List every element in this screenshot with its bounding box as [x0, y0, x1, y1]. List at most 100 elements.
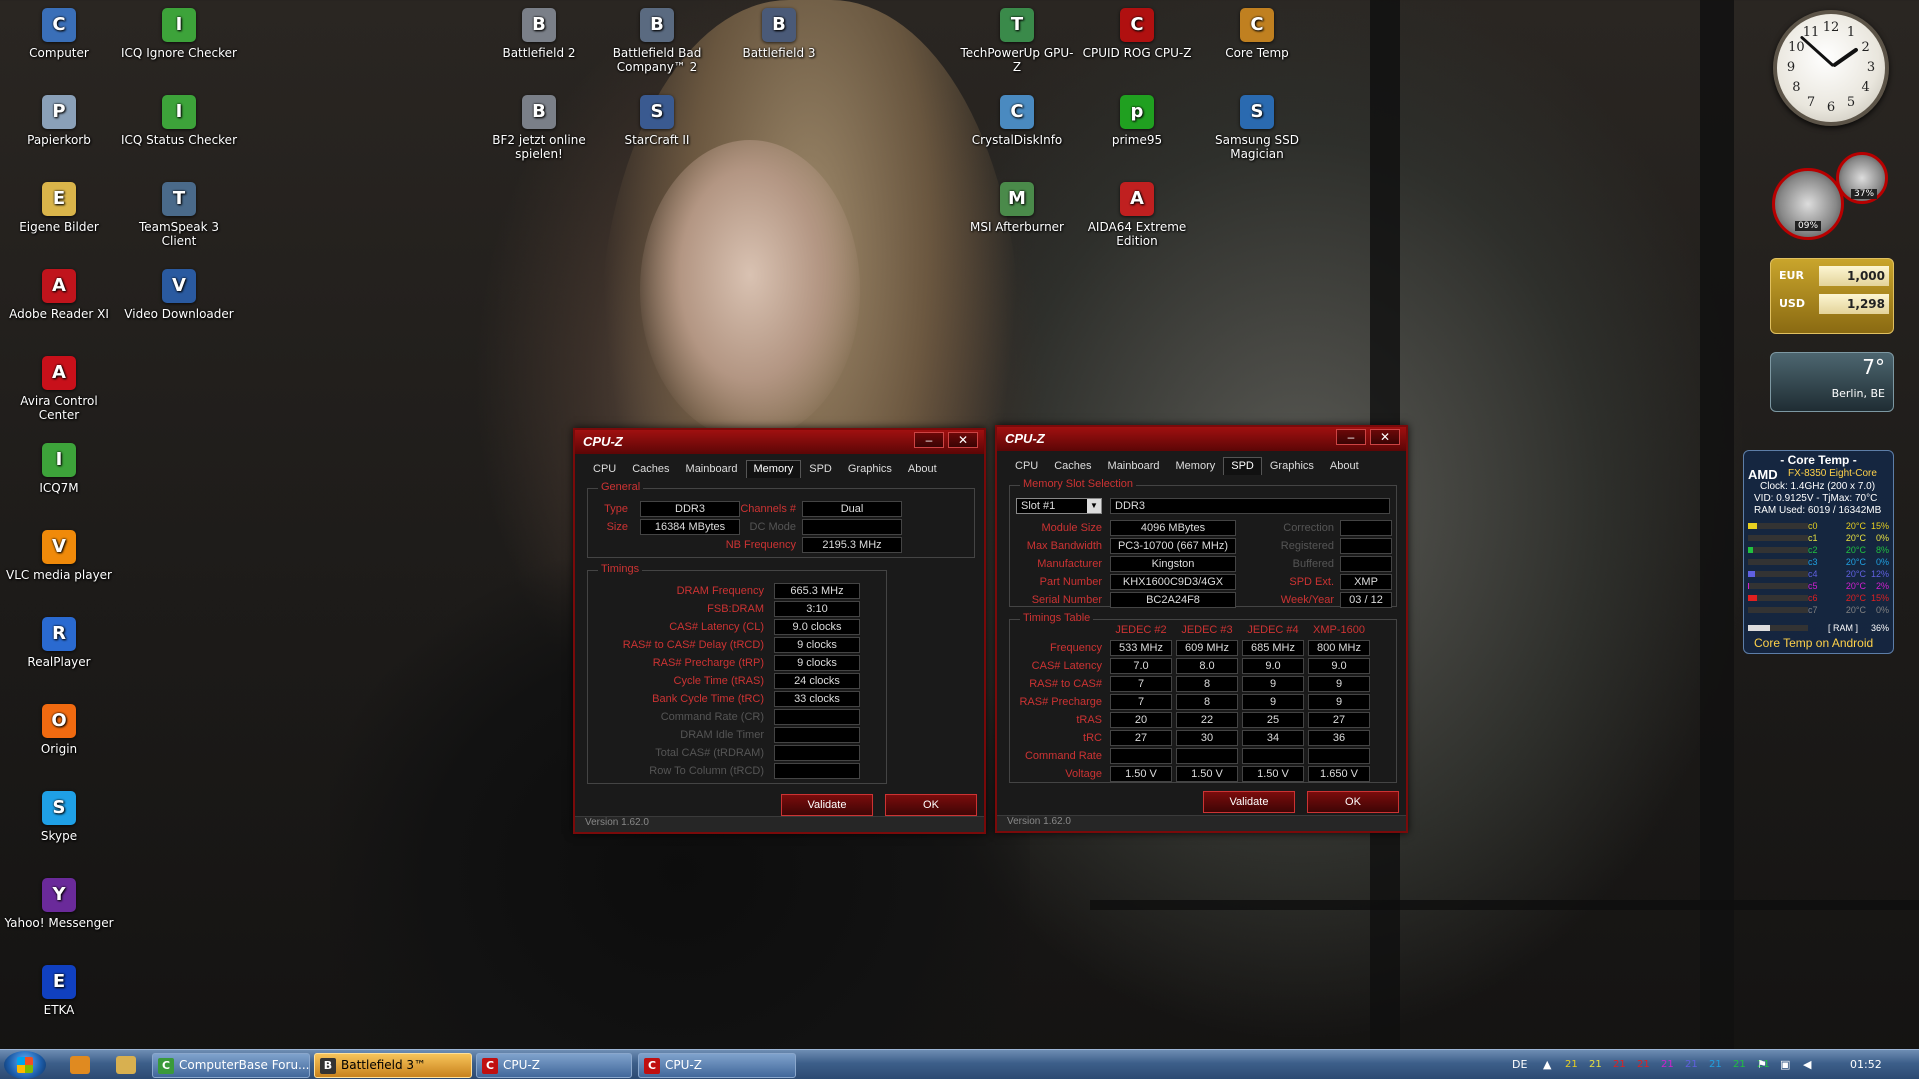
currency-code[interactable]: EUR — [1779, 269, 1804, 282]
tab-graphics[interactable]: Graphics — [1262, 457, 1322, 475]
tray-core-temp[interactable]: 21 — [1733, 1050, 1746, 1079]
volume-icon[interactable]: ◀ — [1803, 1050, 1811, 1079]
desktop-icon[interactable]: E ETKA — [0, 965, 118, 1017]
clock-gadget[interactable]: 12 1 2 3 4 5 6 7 8 9 10 11 — [1773, 10, 1889, 126]
desktop-icon[interactable]: I ICQ7M — [0, 443, 118, 495]
desktop-icon[interactable]: B Battlefield 3 — [720, 8, 838, 60]
msi-afterburner-icon: M — [1000, 182, 1034, 216]
tab-mainboard[interactable]: Mainboard — [1100, 457, 1168, 475]
tab-caches[interactable]: Caches — [624, 460, 677, 478]
desktop-icon[interactable]: V Video Downloader — [120, 269, 238, 321]
tray-core-temp[interactable]: 21 — [1661, 1050, 1674, 1079]
core-temp-gadget[interactable]: - Core Temp - AMD FX-8350 Eight-Core Clo… — [1743, 450, 1894, 654]
taskbar-button[interactable]: B Battlefield 3™ — [314, 1053, 472, 1078]
tray-core-temp[interactable]: 21 — [1565, 1050, 1578, 1079]
desktop-icon[interactable]: C CrystalDiskInfo — [958, 95, 1076, 147]
slot-select[interactable]: Slot #1 ▼ — [1016, 498, 1102, 514]
tab-cpu[interactable]: CPU — [585, 460, 624, 478]
desktop-icon-label: ICQ7M — [39, 481, 79, 495]
tab-spd[interactable]: SPD — [801, 460, 840, 478]
minimize-button[interactable]: – — [914, 432, 944, 448]
desktop-icon[interactable]: M MSI Afterburner — [958, 182, 1076, 234]
general-legend: General — [598, 481, 644, 493]
close-button[interactable]: ✕ — [1370, 429, 1400, 445]
ok-button[interactable]: OK — [885, 794, 977, 816]
tab-about[interactable]: About — [1322, 457, 1367, 475]
title-bar[interactable]: CPU-Z – ✕ — [997, 427, 1406, 451]
cpu-meter-gadget[interactable]: 09% — [1772, 168, 1844, 240]
tab-mainboard[interactable]: Mainboard — [678, 460, 746, 478]
cpuz-memory-window[interactable]: CPU-Z – ✕ CPU Caches Mainboard Memory SPD Gra… — [573, 428, 986, 834]
timings-row-label: RAS# Precharge — [1019, 696, 1102, 708]
tray-core-temp[interactable]: 21 — [1685, 1050, 1698, 1079]
validate-button[interactable]: Validate — [1203, 791, 1295, 813]
core-temp-android-link[interactable]: Core Temp on Android — [1754, 637, 1889, 649]
currency-amount[interactable]: 1,000 — [1819, 266, 1889, 286]
flag-icon[interactable]: ⚑ — [1757, 1050, 1767, 1079]
timing-label: RAS# Precharge (tRP) — [652, 657, 764, 669]
desktop-icon[interactable]: Y Yahoo! Messenger — [0, 878, 118, 930]
window-title: CPU-Z — [583, 434, 623, 449]
desktop-icon[interactable]: C Computer — [0, 8, 118, 60]
minimize-button[interactable]: – — [1336, 429, 1366, 445]
desktop-icon[interactable]: B BF2 jetzt online spielen! — [480, 95, 598, 161]
media-player-quicklaunch-icon[interactable] — [70, 1056, 90, 1074]
tab-spd[interactable]: SPD — [1223, 457, 1262, 475]
chevron-down-icon[interactable]: ▼ — [1087, 499, 1101, 513]
core-row: c3 20°C 0% — [1748, 557, 1891, 567]
tray-expand-icon[interactable]: ▲ — [1543, 1050, 1551, 1079]
tab-caches[interactable]: Caches — [1046, 457, 1099, 475]
clock-time[interactable]: 01:52 — [1850, 1050, 1882, 1079]
tab-about[interactable]: About — [900, 460, 945, 478]
explorer-quicklaunch-icon[interactable] — [116, 1056, 136, 1074]
currency-code[interactable]: USD — [1779, 297, 1805, 310]
desktop-icon[interactable]: B Battlefield Bad Company™ 2 — [598, 8, 716, 74]
desktop-icon[interactable]: V VLC media player — [0, 530, 118, 582]
weather-gadget[interactable]: 7° Berlin, BE — [1770, 352, 1894, 412]
desktop-icon[interactable]: R RealPlayer — [0, 617, 118, 669]
desktop-icon[interactable]: T TeamSpeak 3 Client — [120, 182, 238, 248]
validate-button[interactable]: Validate — [781, 794, 873, 816]
language-indicator[interactable]: DE — [1512, 1050, 1527, 1079]
currency-row[interactable]: EUR 1,000 — [1775, 265, 1891, 287]
tray-core-temp[interactable]: 21 — [1613, 1050, 1626, 1079]
ram-meter-gadget[interactable]: 37% — [1836, 152, 1888, 204]
tab-memory[interactable]: Memory — [745, 460, 802, 478]
desktop-icon[interactable]: B Battlefield 2 — [480, 8, 598, 60]
desktop-icon[interactable]: E Eigene Bilder — [0, 182, 118, 234]
ok-button[interactable]: OK — [1307, 791, 1399, 813]
currency-gadget[interactable]: EUR 1,000 USD 1,298 — [1770, 258, 1894, 334]
taskbar-button[interactable]: C CPU-Z — [638, 1053, 796, 1078]
tray-core-temp[interactable]: 21 — [1709, 1050, 1722, 1079]
currency-amount[interactable]: 1,298 — [1819, 294, 1889, 314]
start-button[interactable] — [4, 1051, 46, 1079]
tab-memory[interactable]: Memory — [1168, 457, 1224, 475]
cpuz-icon: C — [644, 1058, 660, 1074]
tray-core-temp[interactable]: 21 — [1589, 1050, 1602, 1079]
desktop-icon[interactable]: I ICQ Status Checker — [120, 95, 238, 147]
desktop-icon[interactable]: P Papierkorb — [0, 95, 118, 147]
taskbar-button[interactable]: C ComputerBase Foru... — [152, 1053, 310, 1078]
battlefield-bc2-icon: B — [640, 8, 674, 42]
desktop-icon[interactable]: C Core Temp — [1198, 8, 1316, 60]
desktop-icon[interactable]: T TechPowerUp GPU-Z — [958, 8, 1076, 74]
desktop-icon[interactable]: S Skype — [0, 791, 118, 843]
desktop-icon[interactable]: O Origin — [0, 704, 118, 756]
desktop-icon[interactable]: p prime95 — [1078, 95, 1196, 147]
desktop-icon[interactable]: S StarCraft II — [598, 95, 716, 147]
tab-graphics[interactable]: Graphics — [840, 460, 900, 478]
desktop-icon[interactable]: A Adobe Reader XI — [0, 269, 118, 321]
title-bar[interactable]: CPU-Z – ✕ — [575, 430, 984, 454]
desktop-icon[interactable]: I ICQ Ignore Checker — [120, 8, 238, 60]
desktop-icon[interactable]: A Avira Control Center — [0, 356, 118, 422]
cpuz-spd-window[interactable]: CPU-Z – ✕ CPU Caches Mainboard Memory SPD Gra… — [995, 425, 1408, 833]
tray-core-temp[interactable]: 21 — [1637, 1050, 1650, 1079]
desktop-icon[interactable]: C CPUID ROG CPU-Z — [1078, 8, 1196, 60]
desktop-icon[interactable]: A AIDA64 Extreme Edition — [1078, 182, 1196, 248]
currency-row[interactable]: USD 1,298 — [1775, 293, 1891, 315]
taskbar-button[interactable]: C CPU-Z — [476, 1053, 632, 1078]
network-icon[interactable]: ▣ — [1780, 1050, 1790, 1079]
close-button[interactable]: ✕ — [948, 432, 978, 448]
desktop-icon[interactable]: S Samsung SSD Magician — [1198, 95, 1316, 161]
tab-cpu[interactable]: CPU — [1007, 457, 1046, 475]
